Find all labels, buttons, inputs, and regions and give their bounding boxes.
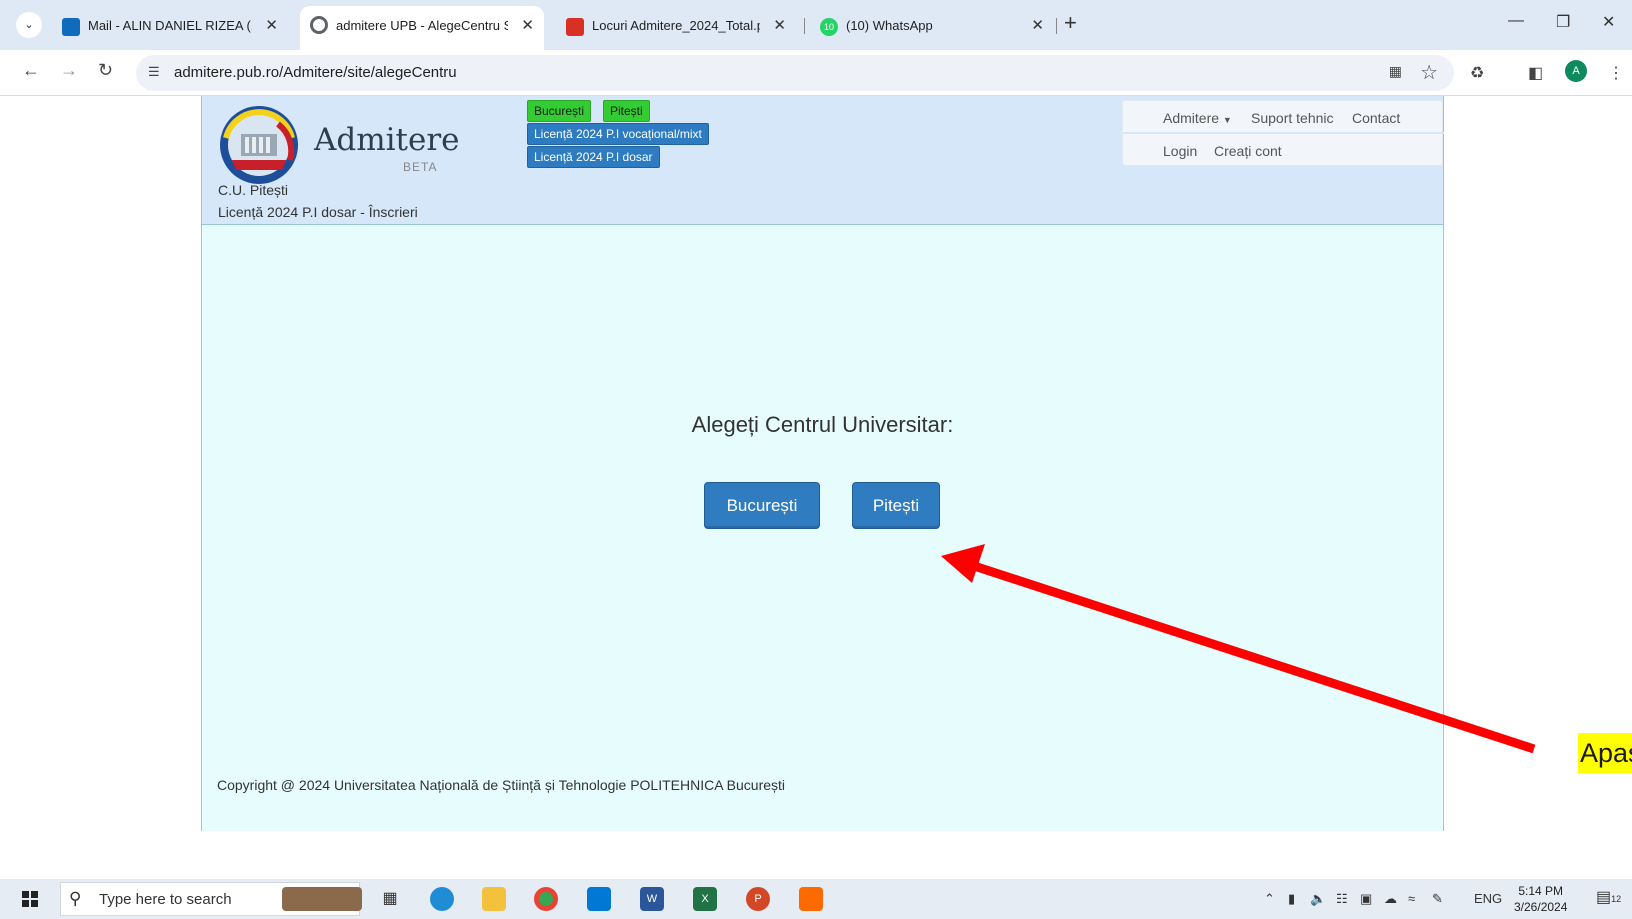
notifications-icon[interactable]: ▤12 xyxy=(1596,887,1621,907)
clock[interactable]: 5:14 PM 3/26/2024 xyxy=(1514,883,1567,915)
window-close-icon[interactable]: ✕ xyxy=(1602,12,1615,32)
outlook-icon xyxy=(62,18,80,36)
site-nav-menu: Admitere ▼ Suport tehnic Contact Login C… xyxy=(1122,100,1444,167)
site-info-icon[interactable]: ☰ xyxy=(148,64,160,80)
annotation-callout: Apasă xyxy=(1578,733,1632,773)
minimize-icon[interactable]: — xyxy=(1508,12,1524,30)
close-icon[interactable]: ✕ xyxy=(521,6,534,46)
close-icon[interactable]: ✕ xyxy=(265,8,278,44)
close-icon[interactable]: ✕ xyxy=(1031,8,1044,44)
mail-icon[interactable] xyxy=(587,887,611,911)
browser-tab-bar: ⌄ Mail - ALIN DANIEL RIZEA (138… ✕ admit… xyxy=(0,0,1632,50)
bookmark-star-icon[interactable]: ☆ xyxy=(1420,60,1438,85)
choose-centre-heading: Alegeți Centrul Universitar: xyxy=(691,412,954,437)
centre-bucuresti-pill[interactable]: București xyxy=(527,100,592,122)
page-viewport: Admitere BETA C.U. Pitești Licență 2024 … xyxy=(0,96,1632,879)
centre-pitesti-pill[interactable]: Pitești xyxy=(603,100,650,122)
tab-pdf[interactable]: Locuri Admitere_2024_Total.pdf ✕ xyxy=(556,8,796,44)
nav-row-main: Admitere ▼ Suport tehnic Contact xyxy=(1123,101,1444,134)
copyright-footer: Copyright @ 2024 Universitatea Națională… xyxy=(217,777,786,793)
site-header: Admitere BETA C.U. Pitești Licență 2024 … xyxy=(202,96,1444,225)
nav-login-link[interactable]: Login xyxy=(1163,143,1197,159)
nav-row-auth: Login Creați cont xyxy=(1123,134,1444,167)
clock-time: 5:14 PM xyxy=(1518,884,1564,898)
onedrive-icon[interactable]: ☁ xyxy=(1384,891,1397,907)
task-view-icon[interactable]: ▦ xyxy=(378,887,402,911)
tab-separator xyxy=(804,18,805,34)
omnibox[interactable]: ☰ admitere.pub.ro/Admitere/site/alegeCen… xyxy=(136,55,1454,91)
site-favicon-icon xyxy=(310,16,328,34)
reload-icon[interactable]: ↻ xyxy=(98,60,113,81)
new-tab-button[interactable]: + xyxy=(1064,10,1077,36)
centre-label: C.U. Pitești xyxy=(218,182,289,198)
battery-icon[interactable]: ▮ xyxy=(1288,891,1295,907)
windows-start-icon[interactable] xyxy=(22,891,38,907)
upb-logo-icon xyxy=(220,106,298,184)
powerpoint-icon[interactable]: P xyxy=(746,887,770,911)
nav-create-account-link[interactable]: Creați cont xyxy=(1214,143,1282,159)
beta-label: BETA xyxy=(403,160,438,174)
nav-admitere-label: Admitere xyxy=(1163,110,1220,126)
chrome-icon[interactable] xyxy=(534,887,558,911)
profile-avatar[interactable]: A xyxy=(1565,60,1587,82)
address-toolbar: ← → ↻ ☰ admitere.pub.ro/Admitere/site/al… xyxy=(0,50,1632,96)
tab-mail[interactable]: Mail - ALIN DANIEL RIZEA (138… ✕ xyxy=(52,8,288,44)
pitesti-button[interactable]: Pitești xyxy=(852,482,940,529)
close-icon[interactable]: ✕ xyxy=(773,8,786,44)
session-dosar-pill[interactable]: Licență 2024 P.I dosar xyxy=(527,146,660,168)
volume-icon[interactable]: 🔈 xyxy=(1310,891,1326,907)
clock-date: 3/26/2024 xyxy=(1514,900,1568,914)
session-vocational-pill[interactable]: Licență 2024 P.I vocațional/mixt xyxy=(527,123,709,145)
bucuresti-button[interactable]: București xyxy=(704,482,820,529)
meet-now-icon[interactable]: ▣ xyxy=(1360,891,1372,907)
extensions-icon[interactable]: ♻ xyxy=(1470,63,1484,83)
nav-support-link[interactable]: Suport tehnic xyxy=(1251,110,1334,126)
pdf-icon xyxy=(566,18,584,36)
site-container: Admitere BETA C.U. Pitești Licență 2024 … xyxy=(201,96,1444,831)
tray-overflow-icon[interactable]: ⌃ xyxy=(1264,891,1275,907)
tab-whatsapp[interactable]: 10 (10) WhatsApp ✕ xyxy=(810,8,1054,44)
wifi-icon[interactable]: ≈ xyxy=(1408,891,1415,906)
search-placeholder: Type here to search xyxy=(99,891,232,908)
caret-down-icon: ▼ xyxy=(1222,115,1232,125)
tab-separator xyxy=(1056,18,1057,34)
main-content: Alegeți Centrul Universitar: București P… xyxy=(202,225,1443,831)
search-icon: ⚲ xyxy=(69,889,82,908)
pen-icon[interactable]: ✎ xyxy=(1432,891,1443,907)
forward-icon[interactable]: → xyxy=(60,60,78,81)
menu-kebab-icon[interactable]: ⋮ xyxy=(1608,63,1624,83)
file-explorer-icon[interactable] xyxy=(482,887,506,911)
nav-admitere-dropdown[interactable]: Admitere ▼ xyxy=(1163,110,1232,126)
search-highlight-image-icon[interactable] xyxy=(282,887,362,911)
side-panel-icon[interactable]: ◧ xyxy=(1528,63,1543,83)
restore-icon[interactable]: ❐ xyxy=(1556,12,1570,32)
tab-search-dropdown-icon[interactable]: ⌄ xyxy=(16,12,42,38)
notification-count: 12 xyxy=(1611,894,1622,904)
nav-contact-link[interactable]: Contact xyxy=(1352,110,1400,126)
back-icon[interactable]: ← xyxy=(22,60,40,81)
url-text[interactable]: admitere.pub.ro/Admitere/site/alegeCentr… xyxy=(174,64,457,81)
excel-icon[interactable]: X xyxy=(693,887,717,911)
language-indicator[interactable]: ENG xyxy=(1474,891,1502,906)
tab-title: admitere UPB - AlegeCentru Si… xyxy=(336,18,508,33)
tab-title: Locuri Admitere_2024_Total.pdf xyxy=(592,18,760,33)
network-icon[interactable]: ☷ xyxy=(1336,891,1348,907)
session-label: Licență 2024 P.I dosar - Înscrieri xyxy=(218,204,418,220)
tab-title: Mail - ALIN DANIEL RIZEA (138… xyxy=(88,18,252,33)
app-icon[interactable] xyxy=(799,887,823,911)
tab-title: (10) WhatsApp xyxy=(846,18,933,33)
site-brand[interactable]: Admitere xyxy=(314,122,460,158)
edge-icon[interactable] xyxy=(430,887,454,911)
word-icon[interactable]: W xyxy=(640,887,664,911)
whatsapp-icon: 10 xyxy=(820,18,838,36)
translate-icon[interactable]: ▦ xyxy=(1389,63,1402,80)
tab-admitere[interactable]: admitere UPB - AlegeCentru Si… ✕ xyxy=(300,6,544,50)
windows-taskbar: ⚲ Type here to search ▦ W X P ⌃ ▮ 🔈 ☷ ▣ … xyxy=(0,879,1632,919)
